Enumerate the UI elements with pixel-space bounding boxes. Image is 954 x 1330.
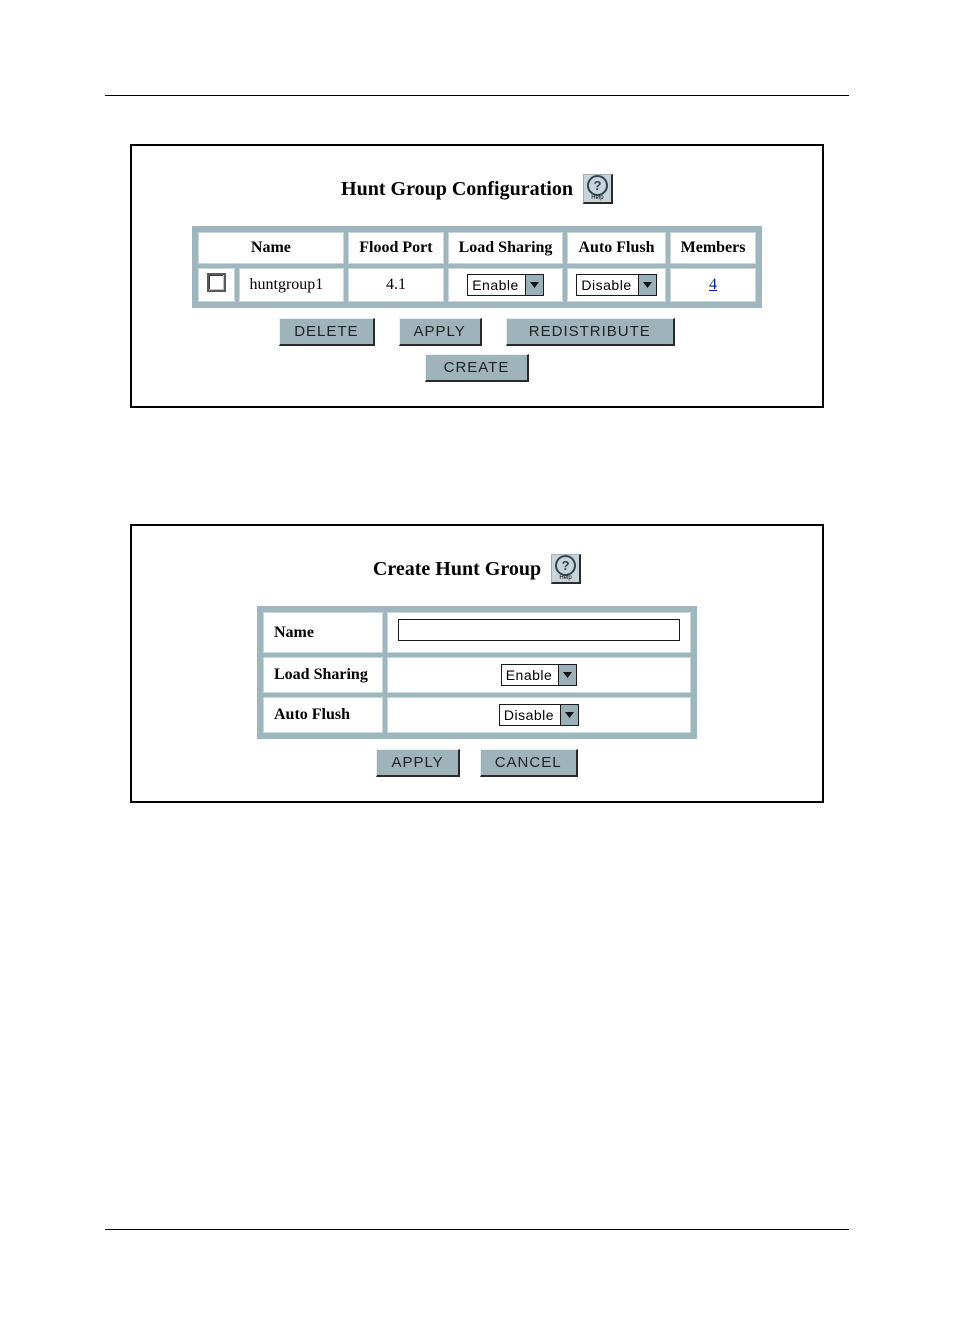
header-flood-port: Flood Port — [348, 232, 443, 264]
name-label: Name — [263, 612, 383, 653]
load-sharing-select[interactable]: Enable — [501, 664, 578, 686]
load-sharing-label: Load Sharing — [263, 657, 383, 693]
name-input[interactable] — [398, 619, 680, 641]
chevron-down-icon — [558, 665, 576, 685]
auto-flush-label: Auto Flush — [263, 697, 383, 733]
page-top-rule — [105, 95, 849, 96]
load-sharing-value: Enable — [468, 275, 525, 295]
create-hunt-group-panel: Create Hunt Group ? Help Name Load Shari… — [130, 524, 824, 803]
delete-button[interactable]: DELETE — [279, 318, 374, 346]
hunt-group-table: Name Flood Port Load Sharing Auto Flush … — [192, 226, 763, 308]
chevron-down-icon — [638, 275, 656, 295]
load-sharing-value: Enable — [502, 665, 559, 685]
header-load-sharing: Load Sharing — [448, 232, 564, 264]
header-members: Members — [670, 232, 757, 264]
help-label: Help — [559, 575, 571, 581]
panel-title: Hunt Group Configuration — [341, 178, 573, 201]
redistribute-button[interactable]: REDISTRIBUTE — [506, 318, 675, 346]
create-hunt-group-form: Name Load Sharing Enable Auto Flus — [257, 606, 697, 739]
help-question-icon: ? — [555, 555, 576, 576]
table-header-row: Name Flood Port Load Sharing Auto Flush … — [198, 232, 757, 264]
hunt-group-configuration-panel: Hunt Group Configuration ? Help Name Flo… — [130, 144, 824, 408]
help-icon[interactable]: ? Help — [583, 174, 613, 204]
help-label: Help — [591, 195, 603, 201]
row-select-checkbox[interactable] — [207, 273, 226, 292]
help-question-icon: ? — [587, 175, 608, 196]
row-flood-port: 4.1 — [348, 268, 443, 302]
header-auto-flush: Auto Flush — [567, 232, 665, 264]
help-icon[interactable]: ? Help — [551, 554, 581, 584]
chevron-down-icon — [560, 705, 578, 725]
create-button[interactable]: CREATE — [425, 354, 530, 382]
table-row: huntgroup1 4.1 Enable Disable — [198, 268, 757, 302]
auto-flush-select[interactable]: Disable — [499, 704, 579, 726]
auto-flush-value: Disable — [500, 705, 560, 725]
panel-title: Create Hunt Group — [373, 558, 541, 581]
auto-flush-value: Disable — [577, 275, 637, 295]
chevron-down-icon — [525, 275, 543, 295]
members-link[interactable]: 4 — [709, 276, 717, 293]
page-bottom-rule — [105, 1229, 849, 1230]
apply-button[interactable]: APPLY — [399, 318, 482, 346]
cancel-button[interactable]: CANCEL — [480, 749, 578, 777]
auto-flush-select[interactable]: Disable — [576, 274, 656, 296]
apply-button[interactable]: APPLY — [376, 749, 459, 777]
header-name: Name — [198, 232, 345, 264]
load-sharing-select[interactable]: Enable — [467, 274, 544, 296]
form-row-auto-flush: Auto Flush Disable — [263, 697, 691, 733]
form-row-name: Name — [263, 612, 691, 653]
form-row-load-sharing: Load Sharing Enable — [263, 657, 691, 693]
row-name: huntgroup1 — [239, 268, 345, 302]
